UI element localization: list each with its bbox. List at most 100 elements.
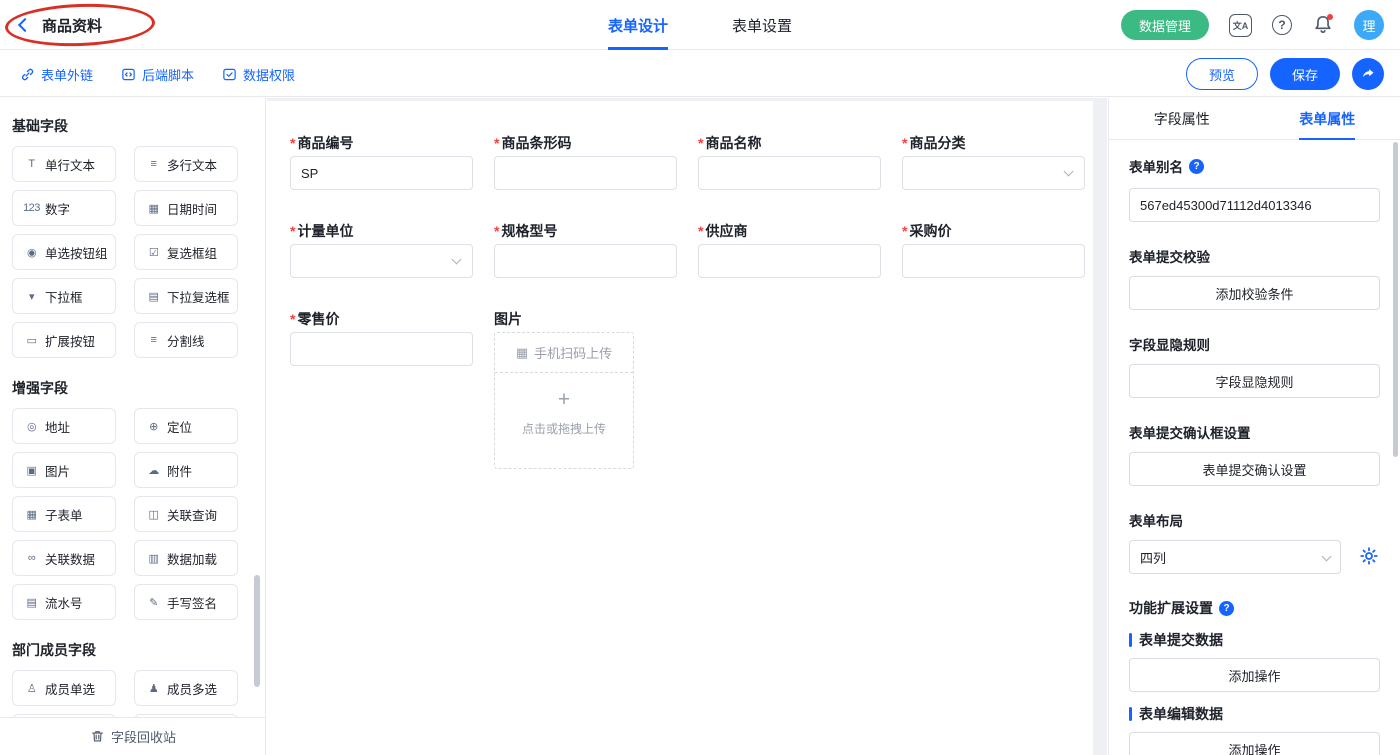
field-product-barcode[interactable]: *商品条形码 (494, 133, 677, 190)
field-type-member-single[interactable]: ♙ 成员单选 (12, 670, 116, 706)
required-marker: * (290, 133, 295, 153)
field-type-member-multi[interactable]: ♟ 成员多选 (134, 670, 238, 706)
field-type-address[interactable]: ◎ 地址 (12, 408, 116, 444)
field-input[interactable] (290, 156, 473, 190)
toolbar-actions: 预览 保存 (1186, 51, 1384, 97)
field-spec-model[interactable]: *规格型号 (494, 221, 677, 278)
tab-form-settings[interactable]: 表单设置 (732, 0, 792, 50)
field-type-single-line-text[interactable]: T 单行文本 (12, 146, 116, 182)
topbar: 商品资料 表单设计 表单设置 数据管理 文A ? 理 (0, 0, 1400, 50)
field-type-label: 成员单选 (45, 679, 95, 698)
field-type-label: 分割线 (167, 331, 205, 350)
field-input[interactable] (698, 156, 881, 190)
sidebar-section-title: 增强字段 (12, 378, 253, 398)
field-type-label: 关联查询 (167, 505, 217, 524)
field-product-category[interactable]: *商品分类 (902, 133, 1085, 190)
field-type-radio-group[interactable]: ◉ 单选按钮组 (12, 234, 116, 270)
field-product-name[interactable]: *商品名称 (698, 133, 881, 190)
field-type-multi-select[interactable]: ▤ 下拉复选框 (134, 278, 238, 314)
field-type-icon: ▣ (23, 464, 40, 477)
tab-field-properties[interactable]: 字段属性 (1109, 98, 1255, 139)
add-operation-edit-button[interactable]: 添加操作 (1129, 732, 1380, 755)
save-button[interactable]: 保存 (1270, 58, 1340, 90)
field-supplier[interactable]: *供应商 (698, 221, 881, 278)
field-input[interactable] (698, 244, 881, 278)
field-type-select[interactable]: ▾ 下拉框 (12, 278, 116, 314)
properties-scrollbar[interactable] (1393, 142, 1398, 457)
submit-confirm-settings-button[interactable]: 表单提交确认设置 (1129, 452, 1380, 486)
tab-field-properties-label: 字段属性 (1154, 109, 1210, 129)
field-type-label: 子表单 (45, 505, 83, 524)
translate-icon[interactable]: 文A (1229, 14, 1252, 37)
field-type-number[interactable]: 123 数字 (12, 190, 116, 226)
field-type-linked-query[interactable]: ◫ 关联查询 (134, 496, 238, 532)
add-operation-submit-button[interactable]: 添加操作 (1129, 658, 1380, 692)
trash-icon (90, 729, 105, 744)
field-label: *商品名称 (698, 133, 881, 153)
form-external-link[interactable]: 表单外链 (20, 65, 93, 84)
field-type-multi-line-text[interactable]: ≡ 多行文本 (134, 146, 238, 182)
field-type-attachment[interactable]: ☁ 附件 (134, 452, 238, 488)
field-type-divider[interactable]: ≡ 分割线 (134, 322, 238, 358)
drag-upload-zone[interactable]: + 点击或拖拽上传 (495, 373, 633, 468)
field-type-icon: ♟ (145, 682, 162, 695)
field-type-signature[interactable]: ✎ 手写签名 (134, 584, 238, 620)
form-designer-app: 商品资料 表单设计 表单设置 数据管理 文A ? 理 (0, 0, 1400, 755)
form-layout-value: 四列 (1140, 548, 1166, 567)
field-unit[interactable]: *计量单位 (290, 221, 473, 278)
field-type-data-load[interactable]: ▥ 数据加载 (134, 540, 238, 576)
topbar-tabs: 表单设计 表单设置 (608, 0, 792, 50)
field-input[interactable] (494, 156, 677, 190)
tab-form-design[interactable]: 表单设计 (608, 0, 668, 50)
submit-data-section-label: 表单提交数据 (1129, 630, 1380, 650)
sidebar-scrollbar[interactable] (254, 575, 260, 687)
field-select[interactable] (290, 244, 473, 278)
field-image-upload[interactable]: 图片 ▦ 手机扫码上传 + 点击或拖拽上传 (494, 309, 677, 469)
share-button[interactable] (1352, 58, 1384, 90)
back-chevron-icon[interactable] (18, 18, 32, 32)
data-manage-button[interactable]: 数据管理 (1121, 10, 1209, 40)
field-type-label: 成员多选 (167, 679, 217, 698)
field-input[interactable] (902, 244, 1085, 278)
preview-button[interactable]: 预览 (1186, 58, 1258, 90)
field-label-text: 采购价 (909, 221, 951, 241)
field-label-text: 商品编号 (297, 133, 353, 153)
field-type-location[interactable]: ⊕ 定位 (134, 408, 238, 444)
help-icon[interactable]: ? (1189, 159, 1204, 174)
field-type-label: 日期时间 (167, 199, 217, 218)
chevron-down-icon (452, 255, 462, 265)
required-marker: * (902, 133, 907, 153)
image-upload-widget: ▦ 手机扫码上传 + 点击或拖拽上传 (494, 332, 634, 469)
backend-script-link[interactable]: 后端脚本 (121, 65, 194, 84)
properties-content: 表单别名 ? 表单提交校验 添加校验条件 字段显隐规则 字段显隐规则 表单提交确… (1109, 140, 1400, 755)
scan-upload-button[interactable]: ▦ 手机扫码上传 (495, 333, 633, 373)
field-select[interactable] (902, 156, 1085, 190)
layout-settings-button[interactable] (1358, 546, 1380, 568)
field-type-extend-button[interactable]: ▭ 扩展按钮 (12, 322, 116, 358)
field-input[interactable] (494, 244, 677, 278)
form-alias-input[interactable] (1129, 188, 1380, 222)
sidebar-section-title: 基础字段 (12, 116, 253, 136)
field-input[interactable] (290, 332, 473, 366)
form-layout-select[interactable]: 四列 (1129, 540, 1341, 574)
help-icon[interactable]: ? (1219, 601, 1234, 616)
field-type-subform[interactable]: ▦ 子表单 (12, 496, 116, 532)
data-permission-link[interactable]: 数据权限 (222, 65, 295, 84)
field-visibility-rules-button[interactable]: 字段显隐规则 (1129, 364, 1380, 398)
add-validation-button[interactable]: 添加校验条件 (1129, 276, 1380, 310)
tab-form-properties[interactable]: 表单属性 (1255, 98, 1400, 139)
field-type-serial-number[interactable]: ▤ 流水号 (12, 584, 116, 620)
field-type-datetime[interactable]: ▦ 日期时间 (134, 190, 238, 226)
field-product-code[interactable]: *商品编号 (290, 133, 473, 190)
field-type-linked-data[interactable]: ∞ 关联数据 (12, 540, 116, 576)
notification-bell-icon[interactable] (1312, 14, 1334, 36)
field-type-image[interactable]: ▣ 图片 (12, 452, 116, 488)
field-type-label: 附件 (167, 461, 192, 480)
field-recycle-bin[interactable]: 字段回收站 (0, 717, 266, 755)
field-purchase-price[interactable]: *采购价 (902, 221, 1085, 278)
field-type-checkbox-group[interactable]: ☑ 复选框组 (134, 234, 238, 270)
field-retail-price[interactable]: *零售价 (290, 309, 473, 366)
data-permission-link-label: 数据权限 (243, 65, 295, 84)
help-icon[interactable]: ? (1272, 15, 1292, 35)
avatar[interactable]: 理 (1354, 10, 1384, 40)
